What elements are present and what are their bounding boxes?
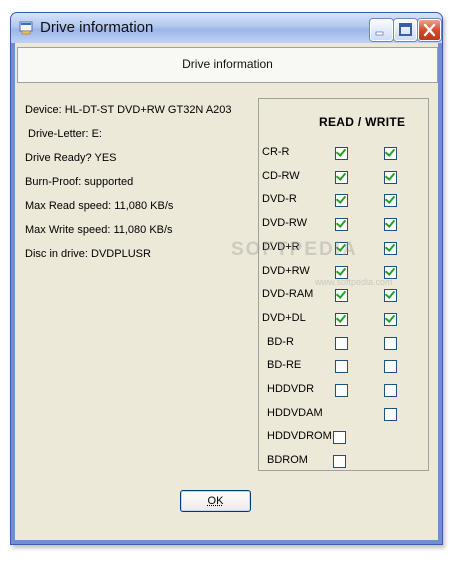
disc-in-drive-text: Disc in drive: DVDPLUSR (25, 248, 151, 260)
read-checkbox[interactable] (333, 431, 346, 445)
write-checkbox[interactable] (384, 384, 397, 397)
drive-type-label: DVD-RAM (262, 288, 314, 301)
write-checkbox[interactable] (384, 264, 397, 279)
checkmark-icon (335, 312, 347, 323)
write-checkbox[interactable] (384, 240, 397, 255)
read-checkbox[interactable] (335, 146, 348, 160)
drive-type-label: DVD-RW (262, 217, 308, 230)
drive-type-label: DVD+DL (262, 311, 306, 324)
checkmark-icon (335, 240, 347, 252)
write-checkbox[interactable] (384, 146, 397, 160)
max-write-speed-text: Max Write speed: 11,080 KB/s (25, 224, 173, 236)
checkmark-icon (335, 193, 347, 205)
drive-info-window: Drive information Drive information Devi… (10, 12, 443, 545)
close-icon (423, 23, 436, 37)
device-text: Device: HL-DT-ST DVD+RW GT32N A203 (25, 104, 232, 116)
read-checkbox[interactable] (335, 360, 348, 374)
read-checkbox[interactable] (333, 455, 346, 469)
drive-type-label: DVD-R (262, 193, 297, 206)
checkmark-icon (384, 264, 396, 276)
write-checkbox[interactable] (384, 169, 397, 184)
drive-type-label: BD-R (267, 335, 294, 348)
header-title: Drive information (182, 57, 273, 71)
drive-type-label: HDDVDROM (267, 430, 332, 443)
read-checkbox[interactable] (335, 312, 348, 326)
read-checkbox[interactable] (335, 240, 348, 255)
checkmark-icon (384, 288, 396, 300)
max-read-speed-text: Max Read speed: 11,080 KB/s (25, 200, 174, 212)
write-checkbox[interactable] (384, 407, 397, 421)
checkmark-icon (384, 169, 396, 181)
read-checkbox[interactable] (335, 264, 348, 279)
write-checkbox[interactable] (384, 217, 397, 232)
read-checkbox[interactable] (335, 217, 348, 232)
checkmark-icon (384, 146, 396, 157)
checkmark-icon (335, 288, 347, 300)
header-panel: Drive information (17, 47, 438, 83)
checkmark-icon (384, 217, 396, 228)
burn-proof-text: Burn-Proof: supported (25, 176, 134, 188)
read-checkbox[interactable] (335, 169, 348, 184)
drive-type-label: BDROM (267, 454, 308, 467)
checkmark-icon (384, 312, 396, 323)
read-checkbox[interactable] (335, 384, 348, 397)
drive-type-label: HDDVDAM (267, 406, 323, 419)
write-checkbox[interactable] (384, 193, 397, 208)
minimize-icon (375, 31, 384, 36)
write-checkbox[interactable] (384, 336, 397, 350)
window-title: Drive information (40, 19, 154, 36)
checkmark-icon (384, 193, 396, 205)
drive-ready-text: Drive Ready? YES (25, 152, 117, 164)
write-checkbox[interactable] (384, 288, 397, 303)
checkmark-icon (335, 217, 347, 228)
checkmark-icon (335, 264, 347, 276)
close-button[interactable] (418, 19, 441, 41)
read-checkbox[interactable] (335, 288, 348, 303)
read-write-title: READ / WRITE (319, 115, 406, 129)
title-bar[interactable]: Drive information (11, 13, 442, 43)
dialog-client-area: Drive information Device: HL-DT-ST DVD+R… (15, 43, 438, 540)
ok-button[interactable]: OK (180, 490, 251, 512)
read-checkbox[interactable] (335, 193, 348, 208)
maximize-icon (399, 23, 412, 36)
minimize-button[interactable] (370, 19, 393, 41)
write-checkbox[interactable] (384, 312, 397, 326)
checkmark-icon (335, 146, 347, 157)
drive-type-label: BD-RE (267, 359, 302, 372)
drive-type-label: DVD+RW (262, 264, 310, 277)
drive-type-label: CR-R (262, 146, 290, 158)
read-checkbox[interactable] (335, 336, 348, 350)
write-checkbox[interactable] (384, 360, 397, 374)
drive-letter-text: Drive-Letter: E: (28, 128, 102, 140)
maximize-button[interactable] (394, 19, 417, 41)
checkmark-icon (335, 169, 347, 181)
drive-window-icon (19, 21, 33, 35)
drive-type-label: HDDVDR (267, 383, 315, 395)
drive-type-label: CD-RW (262, 169, 300, 182)
drive-type-label: DVD+R (262, 240, 300, 253)
checkmark-icon (384, 240, 396, 252)
ok-button-label: OK (207, 495, 224, 507)
